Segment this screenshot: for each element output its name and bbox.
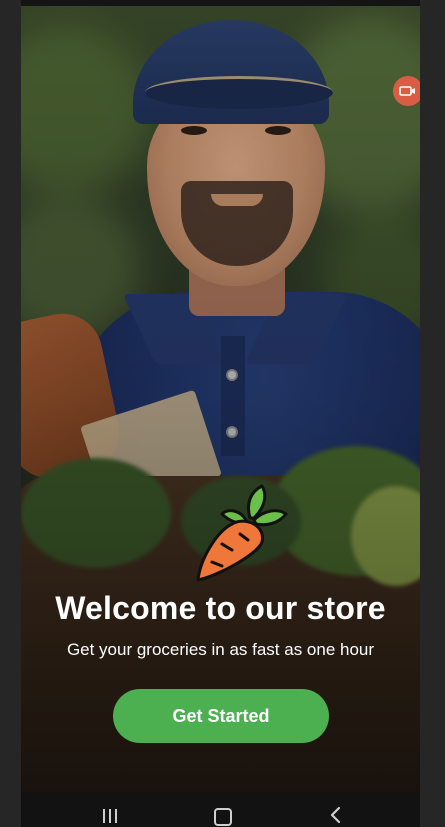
home-icon[interactable] bbox=[214, 808, 232, 826]
device-bezel-right bbox=[420, 0, 445, 827]
welcome-subtitle: Get your groceries in as fast as one hou… bbox=[66, 640, 375, 659]
video-record-icon[interactable] bbox=[393, 76, 420, 106]
recents-icon[interactable] bbox=[103, 809, 119, 823]
carrot-icon bbox=[196, 484, 288, 582]
system-navigation-bar bbox=[21, 792, 420, 827]
dark-overlay bbox=[21, 6, 420, 792]
device-bezel-left bbox=[0, 0, 21, 827]
back-icon[interactable] bbox=[328, 806, 344, 824]
welcome-title: Welcome to our store bbox=[55, 590, 386, 626]
onboarding-screen: Welcome to our store Get your groceries … bbox=[21, 6, 420, 792]
get-started-button[interactable]: Get Started bbox=[113, 689, 329, 743]
